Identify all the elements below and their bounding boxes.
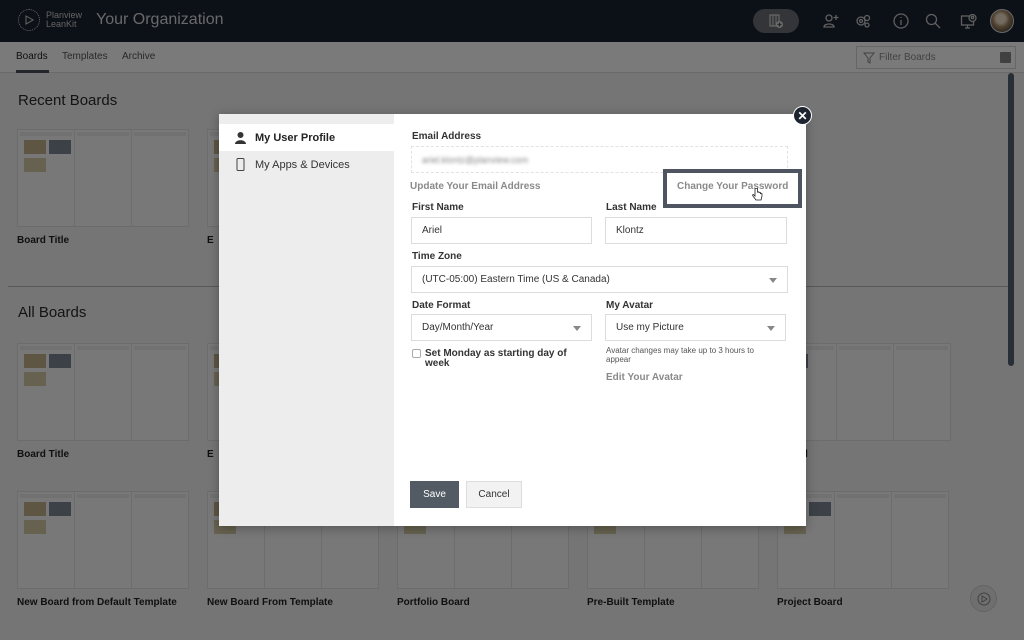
timezone-value: (UTC-05:00) Eastern Time (US & Canada) [422,274,610,285]
monday-start-checkbox[interactable] [412,349,421,358]
email-value: ariel.klontz@planview.com [422,154,529,165]
my-avatar-label: My Avatar [606,300,654,311]
cancel-button[interactable]: Cancel [466,481,522,508]
user-icon [235,132,246,144]
update-email-link[interactable]: Update Your Email Address [410,181,540,192]
chevron-down-icon [573,326,581,331]
close-icon: ✕ [797,108,808,123]
avatar-select[interactable]: Use my Picture [605,314,786,341]
date-format-select[interactable]: Day/Month/Year [411,314,592,341]
sidebar-item-my-apps-devices[interactable]: My Apps & Devices [219,151,394,178]
timezone-label: Time Zone [412,251,462,262]
email-label: Email Address [412,131,482,142]
edit-avatar-link[interactable]: Edit Your Avatar [606,372,683,383]
date-format-label: Date Format [412,300,471,311]
first-name-input[interactable]: Ariel [411,217,592,244]
chevron-down-icon [767,326,775,331]
avatar-note: Avatar changes may take up to 3 hours to… [606,346,754,364]
close-modal-button[interactable]: ✕ [793,106,812,125]
sidebar-item-label: My Apps & Devices [255,158,350,171]
last-name-input[interactable]: Klontz [605,217,787,244]
first-name-label: First Name [412,202,464,213]
timezone-select[interactable]: (UTC-05:00) Eastern Time (US & Canada) [411,266,788,293]
monday-start-label[interactable]: Set Monday as starting day of week [425,349,575,369]
last-name-value: Klontz [616,225,644,236]
hand-cursor-icon [752,188,763,201]
modal-sidebar: My User Profile My Apps & Devices [219,114,394,526]
last-name-label: Last Name [606,202,657,213]
avatar-value: Use my Picture [616,322,684,333]
change-password-link[interactable]: Change Your Password [677,181,788,192]
sidebar-item-label: My User Profile [255,131,336,144]
save-button[interactable]: Save [410,481,459,508]
phone-icon [236,158,245,171]
chevron-down-icon [769,278,777,283]
first-name-value: Ariel [422,225,443,236]
date-format-value: Day/Month/Year [422,322,494,333]
sidebar-item-my-user-profile[interactable]: My User Profile [219,124,394,151]
